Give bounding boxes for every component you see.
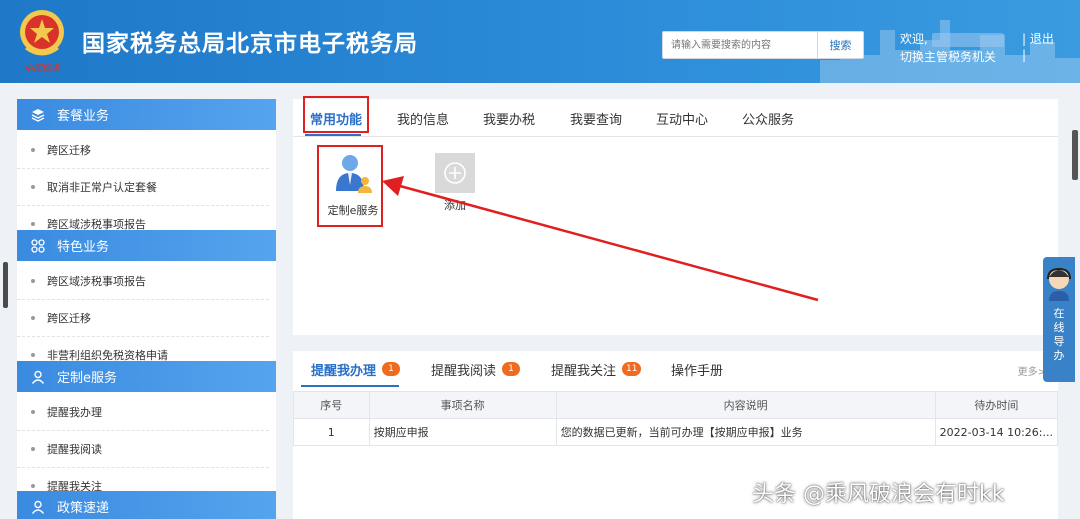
- sidebar-item[interactable]: 跨区域涉税事项报告: [17, 263, 269, 300]
- divider: |: [1022, 32, 1027, 46]
- add-function-button[interactable]: 添加: [423, 153, 487, 213]
- sidebar-item[interactable]: 提醒我阅读: [17, 431, 269, 468]
- online-guide-text: 在线导办: [1053, 307, 1065, 362]
- sidebar-item-label: 提醒我阅读: [47, 443, 102, 456]
- tab-remind-read[interactable]: 提醒我阅读 1: [431, 351, 521, 387]
- logout-label: 退出: [1029, 32, 1054, 46]
- sidebar: 套餐业务 跨区迁移 取消非正常户认定套餐 跨区域涉税事项报告 特色业务 跨区域涉…: [17, 99, 276, 519]
- column-header: 待办时间: [934, 391, 1059, 419]
- top-header: 中国税务 国家税务总局北京市电子税务局 搜索 欢迎, 切换主管税务机关 | 退出…: [0, 0, 1080, 83]
- sidebar-item-label: 取消非正常户认定套餐: [47, 181, 157, 194]
- sidebar-group-label: 定制e服务: [57, 371, 117, 386]
- search-button[interactable]: 搜索: [817, 32, 863, 58]
- bullet-icon: [31, 353, 35, 357]
- sidebar-group-policy[interactable]: 政策速递: [17, 491, 276, 519]
- bullet-icon: [31, 279, 35, 283]
- bullet-icon: [31, 484, 35, 488]
- switch-authority-link[interactable]: 切换主管税务机关: [900, 48, 1008, 66]
- user-icon: [31, 500, 45, 514]
- welcome-text: 欢迎,: [900, 32, 928, 46]
- more-link[interactable]: 更多>: [1018, 363, 1046, 378]
- sidebar-group-custom-service[interactable]: 定制e服务: [17, 361, 276, 392]
- sidebar-group-package[interactable]: 套餐业务: [17, 99, 276, 130]
- customer-service-avatar-icon: [1047, 267, 1071, 301]
- svg-text:中国税务: 中国税务: [24, 63, 61, 74]
- active-tab-indicator: [305, 134, 361, 136]
- bullet-icon: [31, 410, 35, 414]
- grid-icon: [31, 238, 45, 253]
- table-header-row: 序号 事项名称 内容说明 待办时间: [293, 391, 1059, 419]
- watermark-text: 头条 @乘风破浪会有时kk: [752, 482, 1005, 507]
- online-guide-label: 在线导办: [1043, 307, 1075, 363]
- user-icon: [31, 370, 45, 384]
- highlight-box: [303, 96, 369, 133]
- bullet-icon: [31, 447, 35, 451]
- tab-tax-handling[interactable]: 我要办税: [483, 99, 535, 137]
- main-tabs: 常用功能 我的信息 我要办税 我要查询 互动中心 公众服务: [293, 99, 1058, 137]
- tab-my-info[interactable]: 我的信息: [397, 99, 449, 137]
- column-header: 事项名称: [368, 391, 557, 419]
- user-area: 欢迎, 切换主管税务机关: [900, 30, 1008, 66]
- sidebar-item[interactable]: 跨区迁移: [17, 300, 269, 337]
- cell-no: 1: [293, 418, 370, 446]
- tab-label: 提醒我阅读: [431, 363, 497, 379]
- sidebar-item-label: 跨区域涉税事项报告: [47, 275, 146, 288]
- cell-desc: 您的数据已更新，当前可办理【按期应申报】业务: [555, 418, 936, 446]
- layers-icon: [31, 108, 45, 122]
- sidebar-item[interactable]: 取消非正常户认定套餐: [17, 169, 269, 206]
- tab-remind-handle[interactable]: 提醒我办理 1: [311, 351, 401, 387]
- highlight-box: [317, 145, 383, 227]
- sidebar-item-label: 跨区迁移: [47, 312, 91, 325]
- sidebar-item[interactable]: 提醒我办理: [17, 394, 269, 431]
- cell-time: 2022-03-14 10:26:...: [934, 418, 1059, 446]
- column-header: 序号: [293, 391, 370, 419]
- tab-label: 提醒我关注: [551, 363, 617, 379]
- count-badge: 11: [622, 362, 642, 376]
- table-row[interactable]: 1 按期应申报 您的数据已更新，当前可办理【按期应申报】业务 2022-03-1…: [293, 418, 1059, 446]
- bullet-icon: [31, 222, 35, 226]
- masked-username: [931, 32, 1004, 47]
- bullet-icon: [31, 316, 35, 320]
- sidebar-group-label: 政策速递: [57, 501, 110, 516]
- online-guide-button[interactable]: 在线导办: [1043, 257, 1075, 382]
- tax-emblem-logo: 中国税务: [20, 10, 64, 74]
- tab-public-service[interactable]: 公众服务: [742, 99, 794, 137]
- bullet-icon: [31, 185, 35, 189]
- sidebar-item-label: 提醒我办理: [47, 406, 102, 419]
- function-label: 添加: [444, 199, 466, 212]
- tab-remind-follow[interactable]: 提醒我关注 11: [551, 351, 642, 387]
- common-functions-panel: 常用功能 我的信息 我要办税 我要查询 互动中心 公众服务 定制e服务 添加: [293, 96, 1058, 335]
- cell-name: 按期应申报: [368, 418, 557, 446]
- site-title: 国家税务总局北京市电子税务局: [82, 31, 418, 57]
- count-badge: 1: [502, 362, 521, 376]
- divider: |: [1022, 48, 1027, 62]
- plus-icon: [435, 153, 475, 193]
- tab-operation-manual[interactable]: 操作手册: [671, 351, 723, 387]
- sidebar-group-label: 套餐业务: [57, 109, 110, 124]
- sidebar-group-featured[interactable]: 特色业务: [17, 230, 276, 261]
- active-tab-indicator: [301, 385, 399, 387]
- page-scrollbar[interactable]: [1072, 130, 1078, 180]
- search-box: 搜索: [662, 31, 864, 59]
- reminder-table: 序号 事项名称 内容说明 待办时间 1 按期应申报 您的数据已更新，当前可办理【…: [293, 391, 1059, 446]
- left-drag-handle[interactable]: [3, 262, 8, 308]
- tab-interaction-center[interactable]: 互动中心: [656, 99, 708, 137]
- logout-link[interactable]: | 退出: [1022, 30, 1054, 47]
- tab-label: 提醒我办理: [311, 363, 377, 379]
- count-badge: 1: [382, 362, 401, 376]
- search-input[interactable]: [663, 32, 817, 58]
- sidebar-item-label: 跨区迁移: [47, 144, 91, 157]
- sidebar-group-label: 特色业务: [57, 240, 110, 255]
- bullet-icon: [31, 148, 35, 152]
- tab-query[interactable]: 我要查询: [570, 99, 622, 137]
- column-header: 内容说明: [555, 391, 936, 419]
- sidebar-item[interactable]: 跨区迁移: [17, 132, 269, 169]
